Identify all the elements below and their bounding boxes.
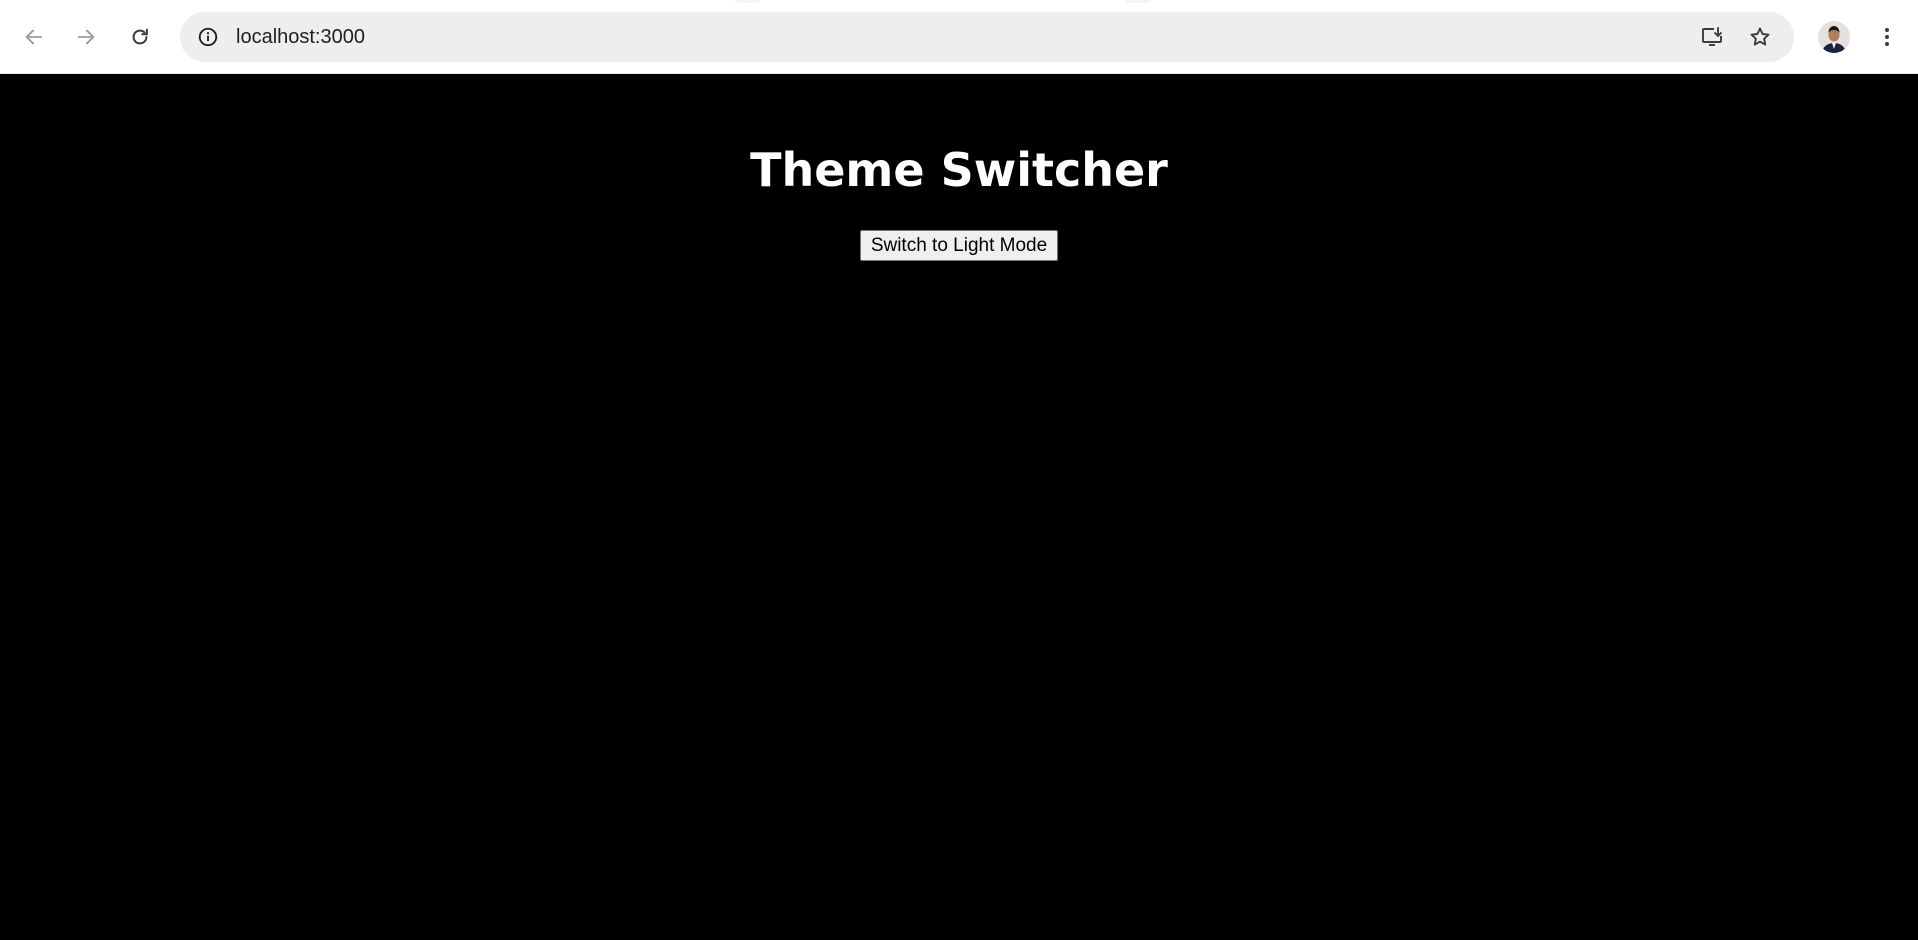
- reload-icon: [132, 28, 148, 45]
- forward-button[interactable]: [68, 19, 104, 55]
- tab-strip-edge: [1125, 0, 1150, 3]
- theme-toggle-button[interactable]: Switch to Light Mode: [859, 230, 1059, 261]
- url-text[interactable]: localhost:3000: [236, 25, 365, 49]
- arrow-left-icon: [25, 29, 43, 45]
- install-app-button[interactable]: [1696, 21, 1728, 53]
- tab-strip-edge: [735, 0, 760, 3]
- reload-button[interactable]: [122, 19, 158, 55]
- browser-toolbar: localhost:3000: [0, 0, 1918, 74]
- info-icon: [198, 27, 218, 47]
- profile-avatar-image: [1818, 21, 1850, 53]
- profile-avatar[interactable]: [1818, 21, 1850, 53]
- address-bar[interactable]: localhost:3000: [180, 12, 1794, 62]
- back-button[interactable]: [16, 19, 52, 55]
- browser-menu-button[interactable]: [1872, 19, 1902, 55]
- page-viewport: Theme Switcher Switch to Light Mode: [0, 74, 1918, 940]
- arrow-right-icon: [77, 29, 95, 45]
- install-app-icon: [1702, 27, 1722, 46]
- kebab-menu-icon: [1885, 28, 1889, 46]
- site-info-button[interactable]: [192, 21, 224, 53]
- bookmark-button[interactable]: [1744, 21, 1776, 53]
- page-title: Theme Switcher: [750, 143, 1168, 197]
- star-icon: [1750, 27, 1770, 46]
